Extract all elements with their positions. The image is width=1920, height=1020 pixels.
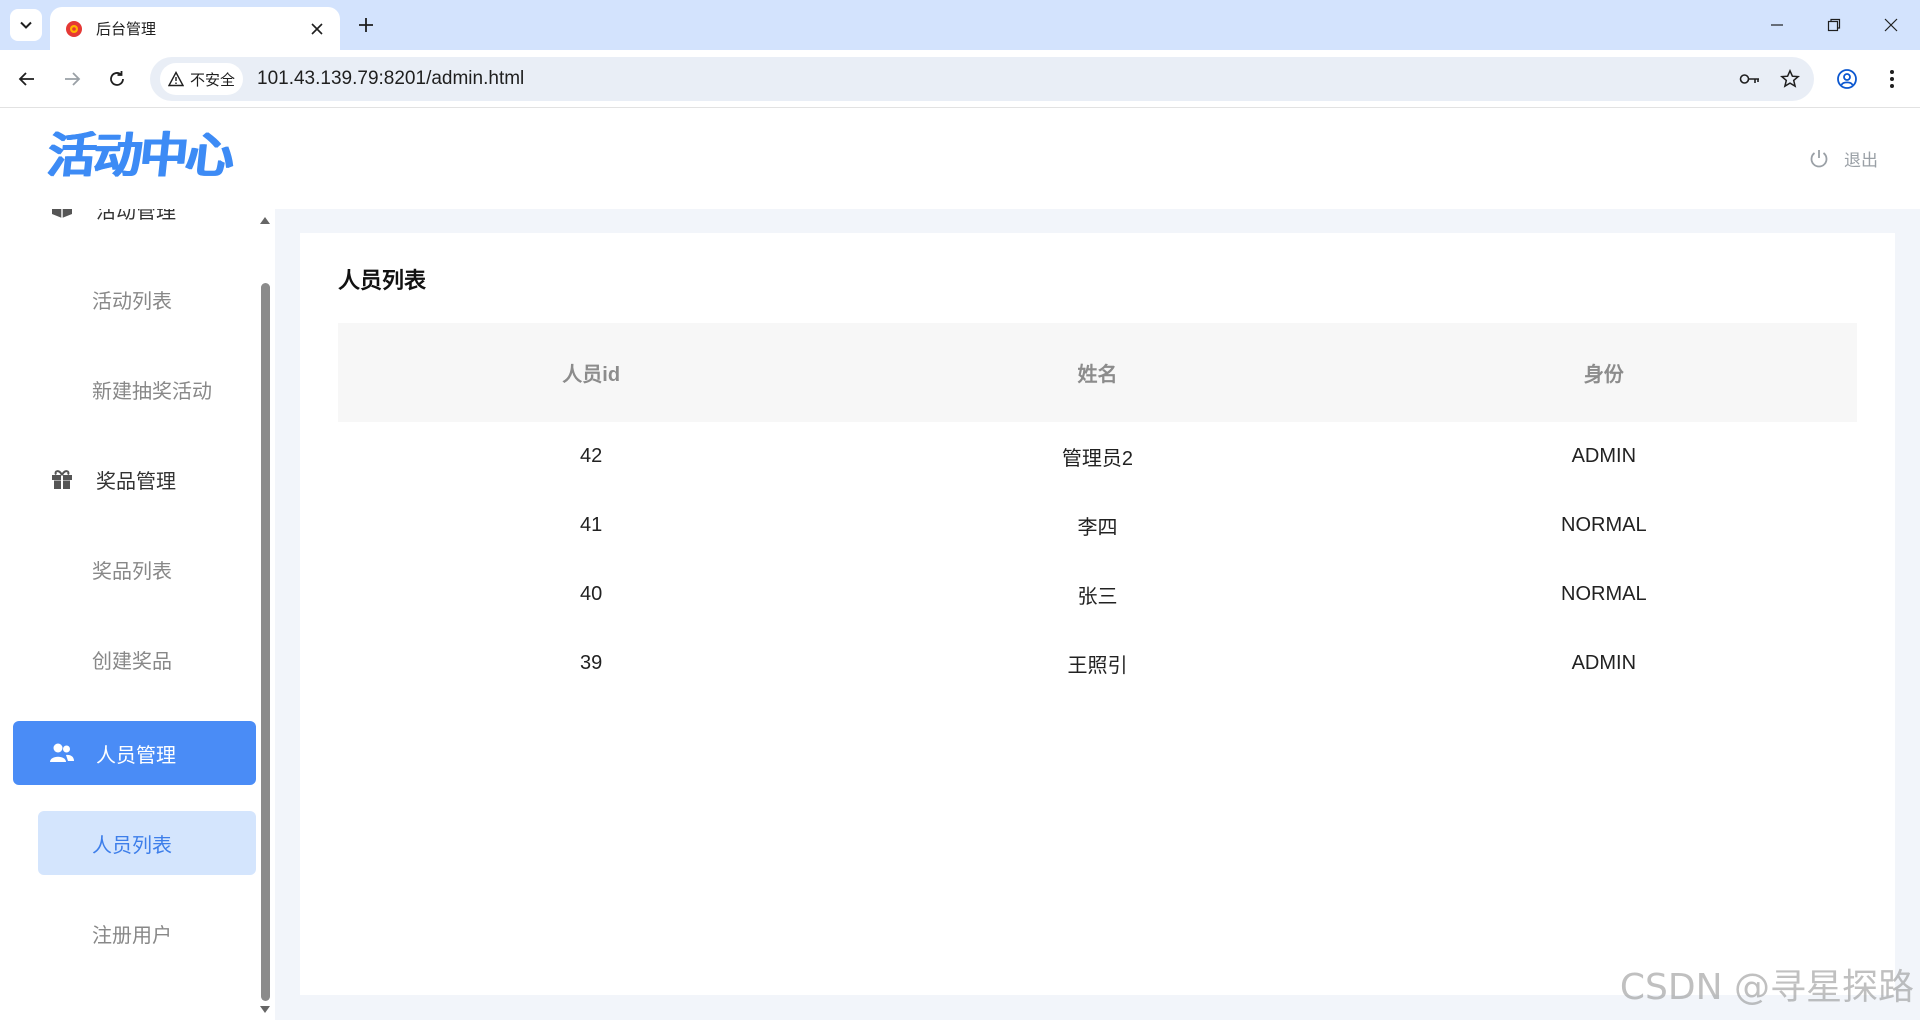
forward-button[interactable] <box>55 62 89 96</box>
security-indicator[interactable]: 不安全 <box>160 63 244 95</box>
table-header: 人员id 姓名 身份 <box>338 323 1857 422</box>
cell-user-id: 39 <box>580 652 603 674</box>
table-row: 42 管理员2 ADMIN <box>338 422 1857 491</box>
sidebar-item-label: 注册用户 <box>92 924 172 947</box>
sidebar-item-activity-list[interactable]: 活动列表 <box>38 267 256 331</box>
cell-user-name: 管理员2 <box>1061 448 1134 470</box>
sidebar-group-activities[interactable]: 活动管理 <box>13 209 256 241</box>
browser-tab-active[interactable]: 后台管理 <box>50 7 340 50</box>
sidebar-item-label: 人员列表 <box>92 834 172 857</box>
cell-user-role: ADMIN <box>1571 652 1637 674</box>
scroll-down-arrow[interactable] <box>258 1003 272 1017</box>
sidebar-group-label: 奖品管理 <box>96 470 176 493</box>
chevron-down-icon <box>20 21 32 29</box>
minimize-button[interactable] <box>1748 0 1806 50</box>
sidebar-item-label: 奖品列表 <box>92 560 172 583</box>
browser-menu-button[interactable] <box>1875 62 1909 96</box>
sidebar-item-label: 活动列表 <box>92 290 172 313</box>
sidebar-item-create-prize[interactable]: 创建奖品 <box>38 627 256 691</box>
column-header-role: 身份 <box>1583 364 1624 386</box>
cell-user-role: ADMIN <box>1571 445 1637 467</box>
sidebar-item-label: 创建奖品 <box>92 650 172 673</box>
profile-icon <box>1837 69 1857 89</box>
logout-button[interactable]: 退出 <box>1808 146 1878 171</box>
logo: 活动中心 <box>45 128 235 184</box>
sidebar-group-users[interactable]: 人员管理 <box>13 721 256 785</box>
close-icon <box>1884 18 1898 32</box>
sidebar-item-label: 新建抽奖活动 <box>92 380 212 403</box>
minimize-icon <box>1771 24 1783 26</box>
tab-title: 后台管理 <box>96 21 157 38</box>
cell-user-id: 40 <box>580 583 603 605</box>
box-icon <box>48 209 76 223</box>
user-list-card: 人员列表 人员id 姓名 身份 42 管理员2 ADMIN 41 李四 NORM… <box>300 233 1895 995</box>
tab-search-button[interactable] <box>10 9 42 41</box>
app-header: 活动中心 退出 <box>0 108 1920 209</box>
close-icon <box>311 22 323 35</box>
column-header-name: 姓名 <box>1077 364 1118 386</box>
sidebar-scrollbar-thumb[interactable] <box>261 283 270 1001</box>
warning-icon <box>168 71 184 87</box>
sidebar-item-new-lottery[interactable]: 新建抽奖活动 <box>38 357 256 421</box>
power-icon <box>1810 149 1828 167</box>
sidebar-item-register-user[interactable]: 注册用户 <box>38 901 256 965</box>
favicon-icon <box>66 20 82 37</box>
table-row: 40 张三 NORMAL <box>338 560 1857 629</box>
restore-button[interactable] <box>1805 0 1863 50</box>
browser-tab-strip: 后台管理 <box>0 0 1920 50</box>
cell-user-role: NORMAL <box>1561 583 1647 605</box>
url-text[interactable]: 101.43.139.79:8201/admin.html <box>257 68 1734 90</box>
triangle-up-icon <box>260 217 270 224</box>
column-header-id: 人员id <box>562 364 621 386</box>
gift-icon <box>48 465 76 493</box>
users-icon <box>48 739 76 767</box>
table-row: 39 王照引 ADMIN <box>338 629 1857 698</box>
sidebar-group-label: 活动管理 <box>96 209 176 223</box>
key-icon <box>1739 74 1759 84</box>
user-table: 人员id 姓名 身份 42 管理员2 ADMIN 41 李四 NORMAL 40… <box>338 323 1857 698</box>
security-label: 不安全 <box>190 71 236 89</box>
password-key-button[interactable] <box>1734 63 1766 95</box>
cell-user-name: 张三 <box>1077 586 1118 608</box>
sidebar: 活动管理 活动列表 新建抽奖活动 奖品管理 奖品列表 创建奖品 人员管理 人员列… <box>0 209 275 1020</box>
bookmark-button[interactable] <box>1774 63 1806 95</box>
tab-close-button[interactable] <box>308 20 326 38</box>
sidebar-item-user-list[interactable]: 人员列表 <box>38 811 256 875</box>
plus-icon <box>359 18 373 32</box>
sidebar-group-prizes[interactable]: 奖品管理 <box>13 447 256 511</box>
reload-icon <box>110 71 124 86</box>
arrow-left-icon <box>18 72 34 86</box>
cell-user-name: 王照引 <box>1067 655 1128 677</box>
close-window-button[interactable] <box>1862 0 1920 50</box>
sidebar-group-label: 人员管理 <box>96 744 176 767</box>
cell-user-id: 41 <box>580 514 603 536</box>
page-title: 人员列表 <box>338 268 427 293</box>
restore-icon <box>1827 18 1841 32</box>
cell-user-role: NORMAL <box>1561 514 1647 536</box>
sidebar-item-prize-list[interactable]: 奖品列表 <box>38 537 256 601</box>
cell-user-id: 42 <box>580 445 603 467</box>
more-vertical-icon <box>1890 70 1894 88</box>
triangle-down-icon <box>260 1006 270 1013</box>
logout-label: 退出 <box>1844 151 1878 170</box>
reload-button[interactable] <box>100 62 134 96</box>
cell-user-name: 李四 <box>1077 517 1118 539</box>
watermark: CSDN @寻星探路 <box>1619 967 1914 1008</box>
arrow-right-icon <box>65 72 81 86</box>
star-icon <box>1780 69 1800 88</box>
browser-toolbar: 不安全 101.43.139.79:8201/admin.html <box>0 50 1920 108</box>
address-bar[interactable]: 不安全 101.43.139.79:8201/admin.html <box>150 57 1814 101</box>
new-tab-button[interactable] <box>352 11 380 39</box>
table-row: 41 李四 NORMAL <box>338 491 1857 560</box>
back-button[interactable] <box>10 62 44 96</box>
scroll-up-arrow[interactable] <box>258 213 272 227</box>
profile-button[interactable] <box>1830 62 1864 96</box>
